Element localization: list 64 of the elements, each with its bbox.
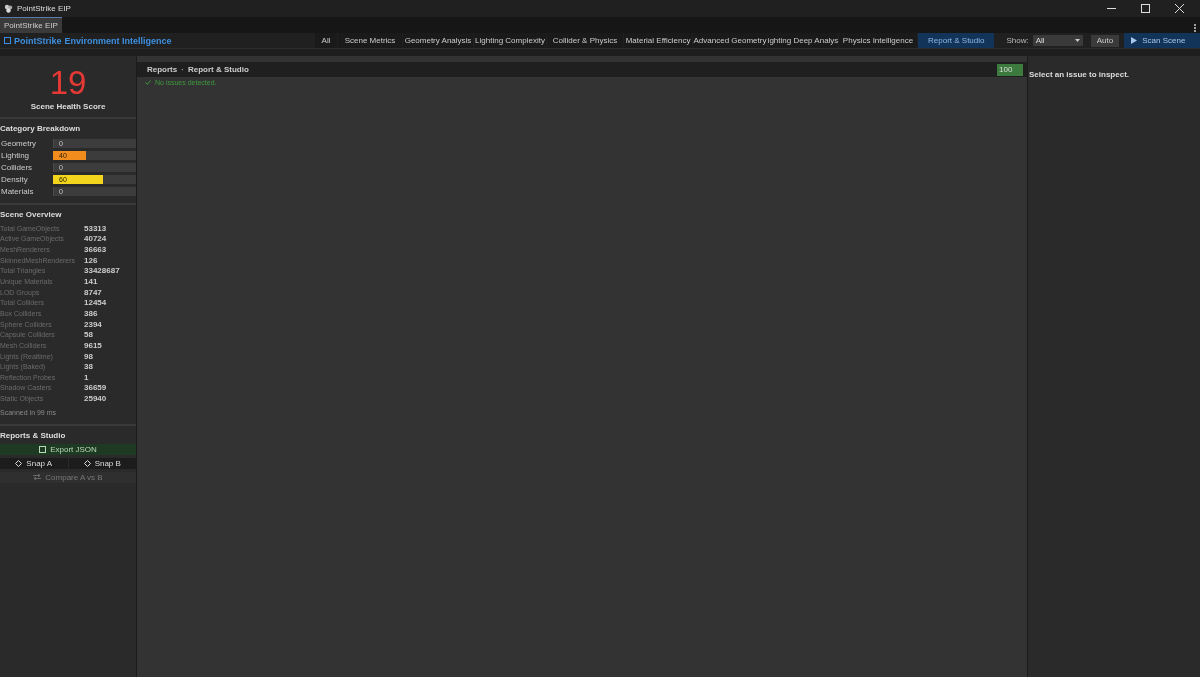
breadcrumb-separator: · bbox=[181, 65, 184, 74]
window-title: PointStrike EIP bbox=[17, 4, 71, 13]
brand-name: PointStrike bbox=[14, 35, 62, 46]
breadcrumb-item[interactable]: Reports bbox=[147, 65, 178, 74]
nav-tab[interactable]: Report & Studio bbox=[918, 33, 995, 48]
stat-value: 386 bbox=[84, 308, 98, 318]
category-label: Geometry bbox=[0, 138, 38, 148]
health-score-label: Scene Health Score bbox=[30, 102, 106, 111]
diamond-icon bbox=[15, 459, 23, 467]
app-icon bbox=[4, 4, 13, 13]
category-label: Colliders bbox=[0, 162, 34, 172]
category-label: Density bbox=[0, 174, 29, 184]
snap-button[interactable]: Snap B bbox=[68, 457, 136, 469]
stat-value: 2394 bbox=[84, 319, 102, 329]
inspector-hint: Select an issue to inspect. bbox=[1029, 70, 1130, 79]
stat-value: 141 bbox=[84, 277, 98, 286]
nav-tab[interactable]: Scene Metrics bbox=[338, 33, 402, 48]
score-badge: 100 bbox=[997, 63, 1023, 76]
nav-tab[interactable]: ighting Deep Analys bbox=[768, 33, 838, 48]
checkbox-icon bbox=[39, 445, 47, 453]
stat-value: 58 bbox=[84, 330, 93, 340]
diamond-icon bbox=[83, 459, 91, 467]
stat-value: 36663 bbox=[84, 245, 107, 255]
category-label: Lighting bbox=[0, 150, 31, 160]
stat-value: 38 bbox=[84, 362, 93, 372]
section-title: Category Breakdown bbox=[0, 123, 82, 135]
show-label: Show: bbox=[1006, 36, 1029, 45]
snap-button[interactable]: Snap A bbox=[0, 457, 68, 469]
stat-value: 33428687 bbox=[84, 266, 120, 276]
nav-tab[interactable]: Lighting Complexity bbox=[474, 33, 546, 48]
document-tab[interactable]: PointStrike EIP bbox=[0, 17, 62, 33]
stat-value: 9615 bbox=[84, 340, 102, 350]
stat-value: 53313 bbox=[84, 223, 107, 233]
nav-tab[interactable]: Geometry Analysis bbox=[403, 33, 473, 48]
stat-value: 1 bbox=[84, 372, 89, 382]
nav-tab[interactable]: Advanced Geometry bbox=[693, 33, 767, 48]
scan-button[interactable]: Scan Scene bbox=[1124, 33, 1200, 48]
breadcrumb-item[interactable]: Report & Studio bbox=[187, 65, 249, 74]
stat-value: 8747 bbox=[84, 287, 102, 297]
nav-tab[interactable]: Physics Intelligence bbox=[839, 33, 917, 48]
swap-icon bbox=[33, 474, 42, 481]
stat-value: 40724 bbox=[84, 234, 107, 244]
maximize-icon bbox=[1140, 4, 1150, 13]
brand-subtitle: Environment Intelligence bbox=[64, 35, 172, 46]
category-label: Materials bbox=[0, 186, 35, 196]
stat-value: 36659 bbox=[84, 383, 107, 393]
auto-button[interactable]: Auto bbox=[1090, 34, 1120, 47]
stat-value: 126 bbox=[84, 255, 98, 265]
close-icon bbox=[1174, 4, 1184, 13]
section-title: Scene Overview bbox=[0, 209, 63, 221]
nav-tab[interactable]: Collider & Physics bbox=[547, 33, 623, 48]
nav-tab[interactable]: Material Efficiency bbox=[624, 33, 692, 48]
caret-icon bbox=[1074, 39, 1080, 42]
stat-value: 25940 bbox=[84, 394, 107, 404]
nav-tab[interactable]: All bbox=[315, 33, 337, 48]
play-icon bbox=[1131, 37, 1138, 44]
show-dropdown[interactable]: All bbox=[1032, 35, 1083, 46]
checkbox-icon bbox=[4, 36, 11, 44]
stat-value: 12454 bbox=[84, 298, 107, 308]
health-score: 19 bbox=[49, 66, 87, 100]
stat-value: 98 bbox=[84, 351, 93, 361]
export-button[interactable]: Export JSON bbox=[0, 443, 136, 455]
check-icon bbox=[145, 80, 151, 85]
section-title: Reports & Studio bbox=[0, 429, 67, 442]
